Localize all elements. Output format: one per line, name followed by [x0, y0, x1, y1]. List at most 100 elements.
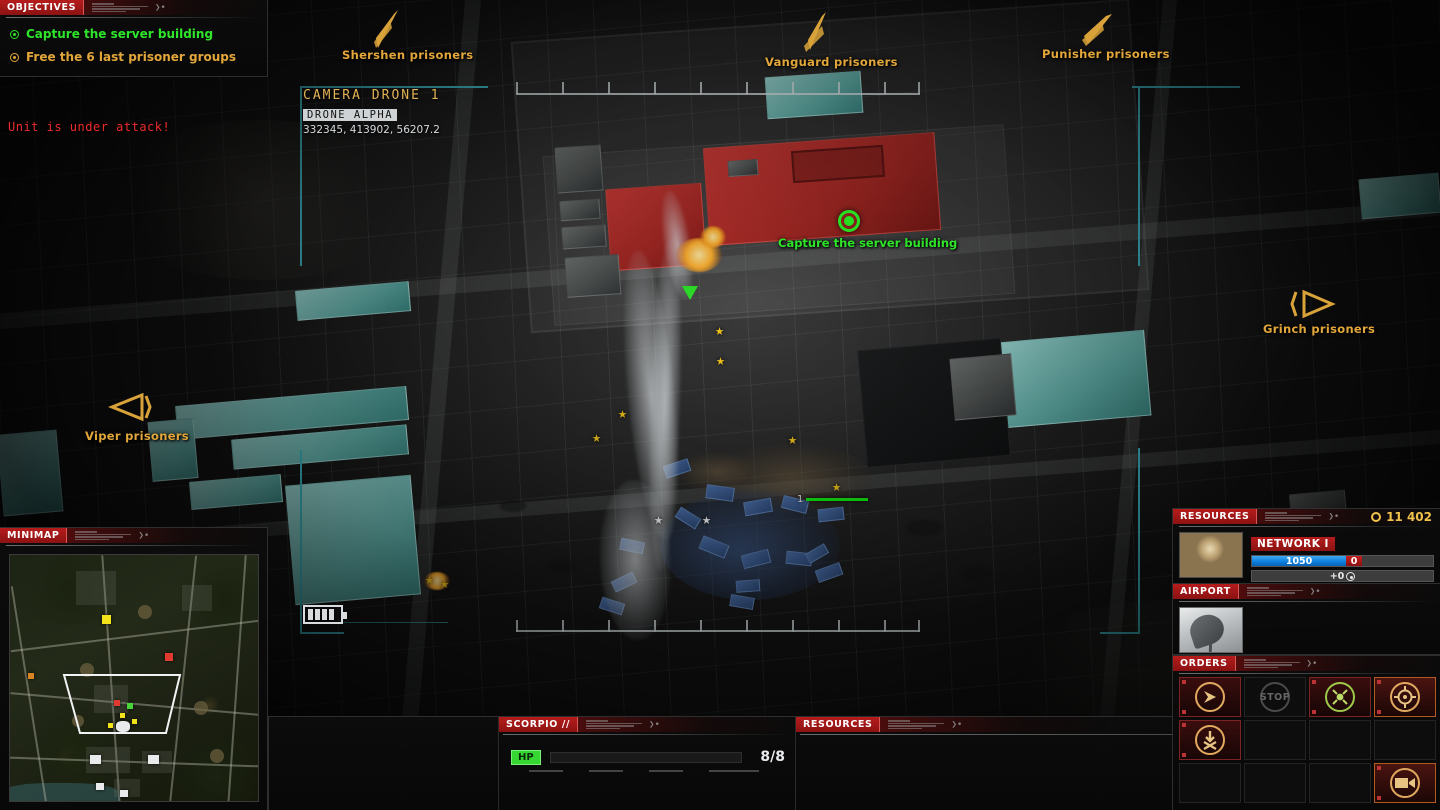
map-label-grinch: Grinch prisoners: [1263, 322, 1376, 336]
corner-marker: [1377, 680, 1381, 684]
unit-portrait-slot[interactable]: [269, 717, 498, 810]
corner-marker: [1182, 723, 1186, 727]
corner-marker: [1182, 753, 1186, 757]
network-cap: 0: [1346, 556, 1363, 567]
airport-thumbnail[interactable]: [1179, 607, 1243, 653]
drone-title: CAMERA DRONE 1: [303, 88, 441, 103]
stop-label: STOP: [1259, 691, 1291, 703]
corner-marker: [1312, 710, 1316, 714]
order-slot-empty[interactable]: [1374, 720, 1436, 760]
chevron-right-icon[interactable]: ❯•: [138, 531, 149, 541]
divider: [1179, 673, 1434, 674]
minimap-structure: [76, 571, 116, 605]
objective-item[interactable]: Capture the server building: [10, 27, 267, 41]
objective-ring-icon: [838, 210, 860, 232]
unit-substats: [529, 770, 795, 772]
minimap-marker-base[interactable]: [148, 755, 159, 764]
chevron-right-icon[interactable]: ❯•: [1307, 659, 1318, 669]
bottom-resources-header: RESOURCES ❯•: [796, 717, 1108, 732]
order-button-attack[interactable]: [1374, 677, 1436, 717]
map-label-viper-chevron: [107, 392, 154, 427]
order-button-deploy[interactable]: [1309, 677, 1371, 717]
drone-info-block: CAMERA DRONE 1 DRONE ALPHA 332345, 41390…: [303, 88, 441, 136]
order-button-camera[interactable]: [1374, 763, 1436, 803]
corner-marker: [1377, 710, 1381, 714]
header-glyphs: [92, 3, 149, 12]
minimap-hill: [138, 605, 152, 619]
chevron-right-icon[interactable]: ❯•: [1310, 587, 1321, 597]
chevron-right-icon[interactable]: ❯•: [1328, 512, 1339, 522]
chevron-right-icon[interactable]: ❯•: [649, 720, 660, 730]
hp-track: [549, 751, 742, 763]
radar-dish-icon: [1186, 610, 1228, 650]
crosshair-icon: [1390, 682, 1420, 712]
drone-battery-icon: [303, 605, 347, 624]
order-slot-empty[interactable]: [1244, 720, 1306, 760]
objective-marker-server[interactable]: Capture the server building: [778, 210, 957, 250]
map-label-vanguard-chevron: [800, 10, 838, 60]
minimap-panel[interactable]: MINIMAP ❯•: [0, 527, 268, 810]
divider: [1179, 601, 1434, 602]
order-slot-empty[interactable]: [1309, 763, 1371, 803]
objective-bullet-icon: [10, 52, 19, 62]
map-label-punisher: Punisher prisoners: [1042, 47, 1170, 61]
order-slot-empty[interactable]: [1179, 763, 1241, 803]
airport-header: AIRPORT ❯•: [1173, 584, 1440, 599]
header-glyphs: [586, 720, 643, 729]
bottom-resources-title: RESOURCES: [796, 717, 881, 732]
map-label-viper: Viper prisoners: [85, 429, 189, 443]
gold-counter: 11 402: [1371, 510, 1432, 524]
resources-body: NETWORK I 1050 0 +0: [1173, 527, 1440, 582]
orders-panel: ORDERS ❯• STOP: [1172, 655, 1440, 810]
header-glyphs: [1265, 512, 1322, 521]
burst-icon: [1325, 682, 1355, 712]
minimap-marker-neutral[interactable]: [28, 673, 34, 679]
resources-panel: RESOURCES ❯• 11 402 NETWORK I 1050 0 +0: [1172, 508, 1440, 588]
divider: [6, 545, 261, 546]
objective-item[interactable]: Free the 6 last prisoner groups: [10, 50, 267, 64]
minimap-marker-enemy[interactable]: [165, 653, 173, 661]
map-label-vanguard: Vanguard prisoners: [765, 55, 898, 69]
corner-marker: [1312, 680, 1316, 684]
income-value: +0: [1329, 570, 1345, 582]
hp-value: 8/8: [760, 749, 785, 765]
chevron-right-icon[interactable]: ❯•: [951, 720, 962, 730]
stop-icon: STOP: [1260, 682, 1290, 712]
minimap-marker-base[interactable]: [96, 783, 104, 790]
network-info: NETWORK I 1050 0 +0: [1251, 532, 1434, 582]
chevron-right-icon[interactable]: ❯•: [155, 3, 166, 13]
network-thumbnail[interactable]: [1179, 532, 1243, 578]
resources-header: RESOURCES ❯• 11 402: [1173, 509, 1440, 524]
order-slot-empty[interactable]: [1309, 720, 1371, 760]
land-arrow-icon: [1195, 725, 1225, 755]
airport-title: AIRPORT: [1173, 584, 1239, 599]
order-slot-empty[interactable]: [1244, 763, 1306, 803]
drone-coordinates: 332345, 413902, 56207.2: [303, 124, 440, 136]
hp-label: HP: [511, 749, 541, 765]
income-icon: [1346, 571, 1356, 581]
minimap-canvas[interactable]: [9, 554, 259, 802]
header-glyphs: [888, 720, 945, 729]
minimap-marker-base[interactable]: [90, 755, 101, 764]
order-button-land[interactable]: [1179, 720, 1241, 760]
order-button-stop[interactable]: STOP: [1244, 677, 1306, 717]
minimap-marker-objective[interactable]: [102, 615, 111, 624]
corner-marker: [1182, 710, 1186, 714]
network-bar: 1050 0: [1251, 555, 1434, 567]
header-glyphs: [1246, 587, 1303, 596]
objectives-title: OBJECTIVES: [0, 0, 85, 15]
minimap-title: MINIMAP: [0, 528, 68, 543]
objective-text: Free the 6 last prisoner groups: [26, 50, 237, 64]
network-bar-fill: 1050: [1252, 556, 1347, 567]
drone-subtitle: DRONE ALPHA: [303, 109, 398, 121]
coin-icon: [1371, 512, 1382, 522]
objective-text: Capture the server building: [26, 27, 214, 41]
minimap-header: MINIMAP ❯•: [0, 528, 267, 543]
minimap-marker-base[interactable]: [120, 790, 128, 797]
camera-icon: [1390, 768, 1420, 798]
alert-message: Unit is under attack!: [8, 120, 171, 134]
unit-stats-column: SCORPIO // ❯• HP 8/8: [498, 717, 795, 810]
unit-header: SCORPIO // ❯•: [499, 717, 795, 732]
minimap-hill: [194, 701, 208, 715]
order-button-move[interactable]: [1179, 677, 1241, 717]
